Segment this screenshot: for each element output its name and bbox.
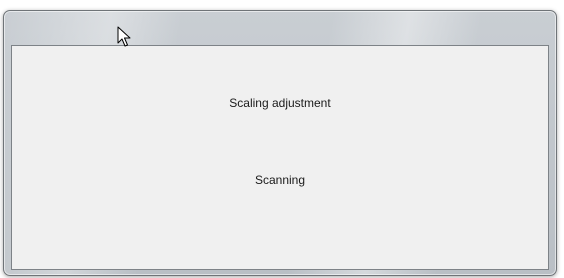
dialog-client-area: Scaling adjustment Scanning [11, 45, 549, 270]
dialog-window: Scaling adjustment Scanning [3, 10, 557, 276]
arrow-pointer-icon [117, 26, 131, 47]
status-secondary-label: Scanning [254, 173, 306, 187]
status-primary-label: Scaling adjustment [229, 96, 331, 110]
title-bar[interactable] [4, 11, 556, 45]
